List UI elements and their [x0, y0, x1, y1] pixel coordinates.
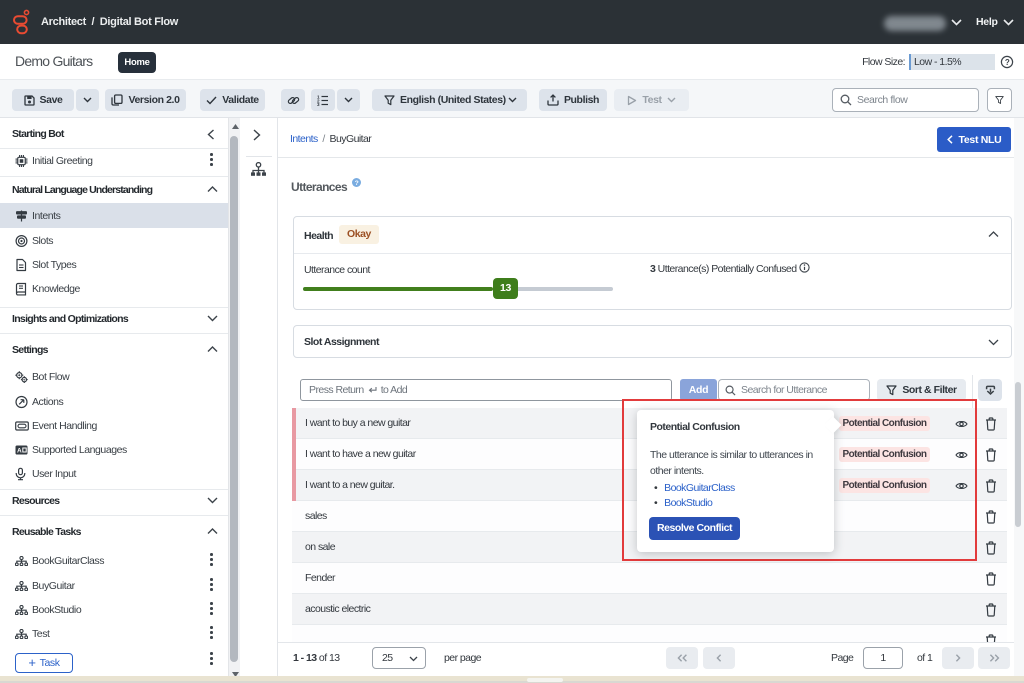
svg-text:?: ?: [355, 180, 359, 187]
svg-text:3: 3: [317, 102, 320, 106]
svg-text:?: ?: [1005, 58, 1010, 67]
